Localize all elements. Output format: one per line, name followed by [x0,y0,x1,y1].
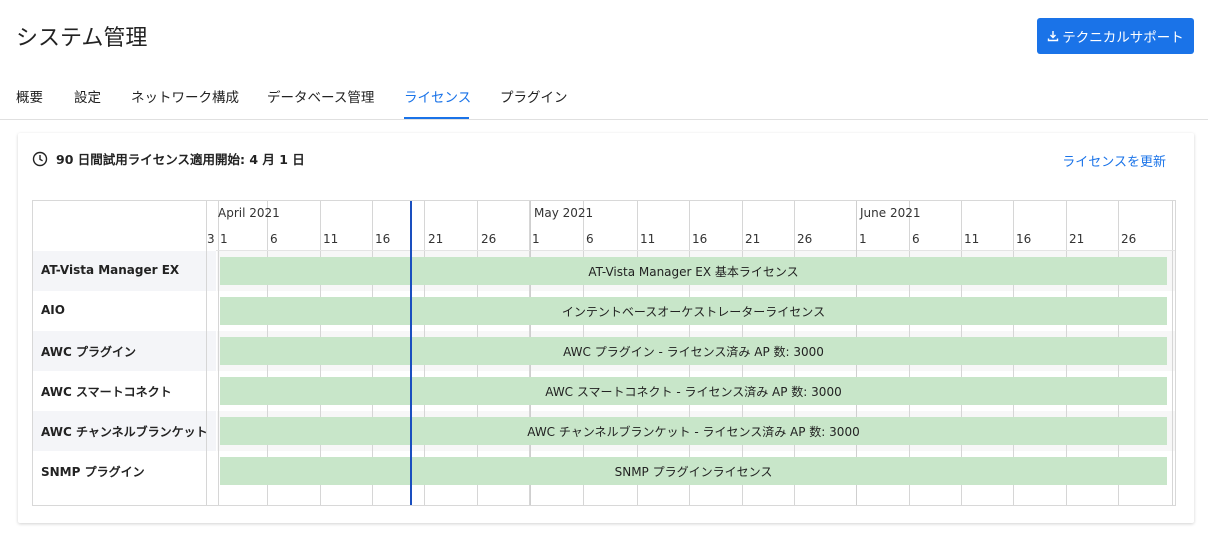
tab-settings[interactable]: 設定 [74,86,101,106]
license-bar: AWC スマートコネクト - ライセンス済み AP 数: 3000 [220,377,1167,405]
tab-database[interactable]: データベース管理 [267,86,374,106]
grid-line [206,201,207,505]
grid-line [218,201,219,505]
day-tick-label: 21 [745,232,761,246]
license-bar: AT-Vista Manager EX 基本ライセンス [220,257,1167,285]
month-label: April 2021 [218,206,280,220]
license-bar: AWC プラグイン - ライセンス済み AP 数: 3000 [220,337,1167,365]
day-tick-label: 1 [859,232,867,246]
license-card: 90 日間試用ライセンス適用開始: 4 月 1 日 ライセンスを更新 April… [18,133,1194,523]
clock-icon [32,151,48,166]
day-tick-label: 26 [481,232,497,246]
month-label: May 2021 [534,206,594,220]
month-label: June 2021 [860,206,921,220]
row-label: AIO [41,303,65,317]
page-title: システム管理 [16,26,148,51]
header-divider [216,250,1175,251]
license-bar: AWC チャンネルブランケット - ライセンス済み AP 数: 3000 [220,417,1167,445]
day-tick-label: 3 [207,232,215,246]
technical-support-button[interactable]: テクニカルサポート [1037,18,1194,54]
header-row-bg [33,201,1175,251]
row-label: SNMP プラグイン [41,465,145,479]
day-tick-label: 1 [220,232,228,246]
day-tick-label: 26 [797,232,813,246]
row-label: AWC チャンネルブランケット [41,425,208,439]
technical-support-label: テクニカルサポート [1062,30,1184,46]
day-tick-label: 16 [375,232,391,246]
license-bar: インテントベースオーケストレーターライセンス [220,297,1167,325]
day-tick-label: 11 [323,232,339,246]
row-label: AT-Vista Manager EX [41,263,180,277]
license-bar: SNMP プラグインライセンス [220,457,1167,485]
day-tick-label: 6 [586,232,594,246]
today-marker-line [410,201,412,505]
trial-info: 90 日間試用ライセンス適用開始: 4 月 1 日 [32,149,305,168]
day-tick-label: 26 [1121,232,1137,246]
grid-line [1172,201,1173,505]
day-tick-label: 16 [1016,232,1032,246]
day-tick-label: 6 [270,232,278,246]
tab-bar: 概要 設定 ネットワーク構成 データベース管理 ライセンス プラグイン [0,72,1208,120]
download-icon [1048,31,1059,42]
day-tick-label: 6 [912,232,920,246]
day-tick-label: 1 [532,232,540,246]
active-tab-indicator [404,117,469,119]
tab-overview[interactable]: 概要 [16,86,43,106]
day-tick-label: 21 [1069,232,1085,246]
update-license-link[interactable]: ライセンスを更新 [1062,151,1166,170]
day-tick-label: 11 [640,232,656,246]
day-tick-label: 11 [964,232,980,246]
tab-license[interactable]: ライセンス [404,86,471,106]
tab-network[interactable]: ネットワーク構成 [131,86,239,106]
tab-plugins[interactable]: プラグイン [500,86,568,106]
day-tick-label: 21 [428,232,444,246]
license-timeline: April 2021 May 2021 June 2021 3 1 6 11 16 21 26 1 6… [32,200,1176,506]
row-label: AWC プラグイン [41,345,136,359]
row-label: AWC スマートコネクト [41,385,172,399]
trial-text: 90 日間試用ライセンス適用開始: 4 月 1 日 [56,152,305,167]
day-tick-label: 16 [692,232,708,246]
